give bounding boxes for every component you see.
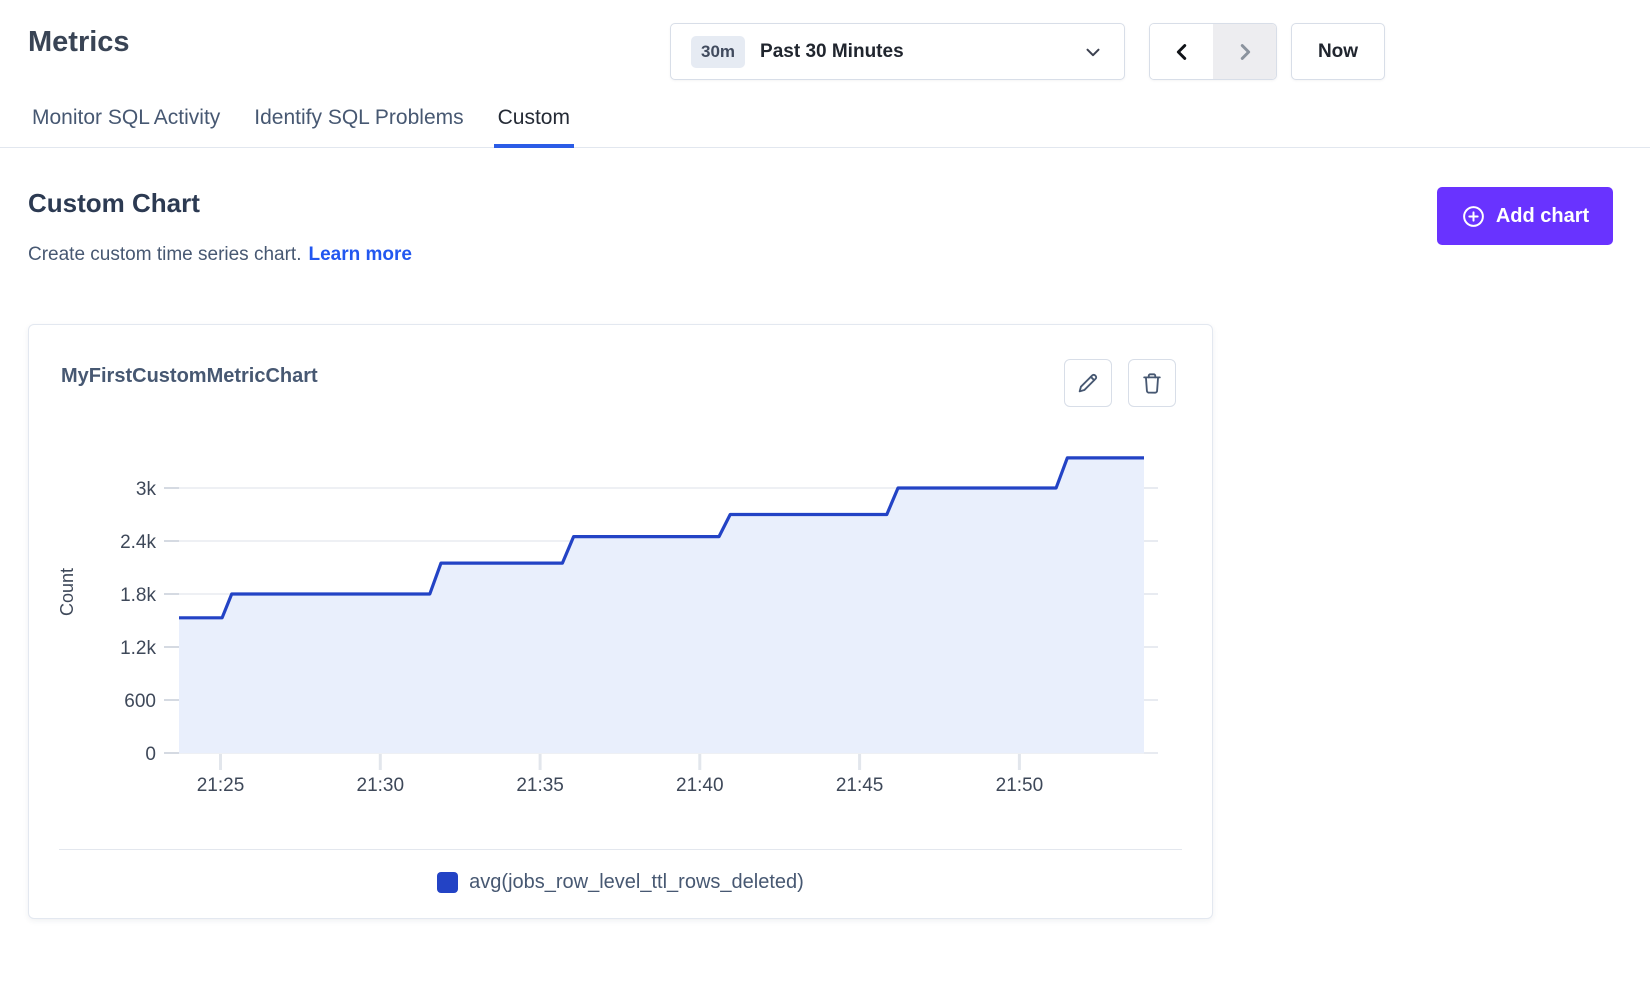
section-title: Custom Chart	[28, 188, 200, 219]
svg-text:0: 0	[145, 744, 156, 765]
chevron-down-icon	[1082, 41, 1104, 63]
prev-time-button[interactable]	[1150, 24, 1213, 79]
svg-text:21:25: 21:25	[197, 775, 245, 796]
page-title: Metrics	[28, 26, 130, 59]
tab-custom[interactable]: Custom	[494, 100, 574, 147]
chevron-right-icon	[1234, 41, 1256, 63]
legend-label: avg(jobs_row_level_ttl_rows_deleted)	[469, 871, 804, 894]
legend-swatch	[437, 872, 458, 893]
next-time-button[interactable]	[1213, 24, 1276, 79]
time-window-label: Past 30 Minutes	[760, 41, 1082, 63]
svg-text:21:35: 21:35	[516, 775, 564, 796]
plus-circle-icon	[1461, 204, 1486, 229]
svg-text:21:50: 21:50	[996, 775, 1044, 796]
chart-legend: avg(jobs_row_level_ttl_rows_deleted)	[29, 871, 1212, 894]
y-axis-label: Count	[57, 568, 77, 616]
svg-text:1.8k: 1.8k	[120, 585, 156, 606]
time-window-badge: 30m	[691, 36, 745, 68]
svg-text:21:40: 21:40	[676, 775, 724, 796]
tab-identify-sql-problems[interactable]: Identify SQL Problems	[250, 100, 467, 147]
svg-text:3k: 3k	[136, 479, 157, 500]
svg-text:21:45: 21:45	[836, 775, 884, 796]
section-subtitle: Create custom time series chart. Learn mo…	[28, 244, 412, 266]
time-window-selector[interactable]: 30m Past 30 Minutes	[670, 23, 1125, 80]
svg-text:2.4k: 2.4k	[120, 532, 156, 553]
svg-text:21:30: 21:30	[357, 775, 405, 796]
custom-chart-svg: Count 0 600 1.2k 1.8k 2.4k 3k 21:25 21:30 21:35 2…	[29, 325, 1214, 805]
chart-plot-area[interactable]	[179, 431, 1144, 753]
svg-text:600: 600	[124, 691, 156, 712]
edit-chart-button[interactable]	[1064, 359, 1112, 407]
chart-title: MyFirstCustomMetricChart	[61, 365, 318, 388]
delete-chart-button[interactable]	[1128, 359, 1176, 407]
chevron-left-icon	[1171, 41, 1193, 63]
trash-icon	[1139, 370, 1165, 396]
now-button[interactable]: Now	[1291, 23, 1385, 80]
custom-chart-card: MyFirstCustomMetricChart Count 0 600 1.2k 1…	[28, 324, 1213, 919]
add-chart-button[interactable]: Add chart	[1437, 187, 1613, 245]
svg-text:1.2k: 1.2k	[120, 638, 156, 659]
tab-monitor-sql-activity[interactable]: Monitor SQL Activity	[28, 100, 224, 147]
pencil-icon	[1075, 370, 1101, 396]
tab-bar: Monitor SQL Activity Identify SQL Proble…	[0, 100, 1650, 148]
learn-more-link[interactable]: Learn more	[308, 244, 411, 265]
section-subtitle-text: Create custom time series chart.	[28, 244, 301, 265]
add-chart-label: Add chart	[1496, 205, 1589, 228]
card-divider	[59, 849, 1182, 850]
time-pager	[1149, 23, 1277, 80]
